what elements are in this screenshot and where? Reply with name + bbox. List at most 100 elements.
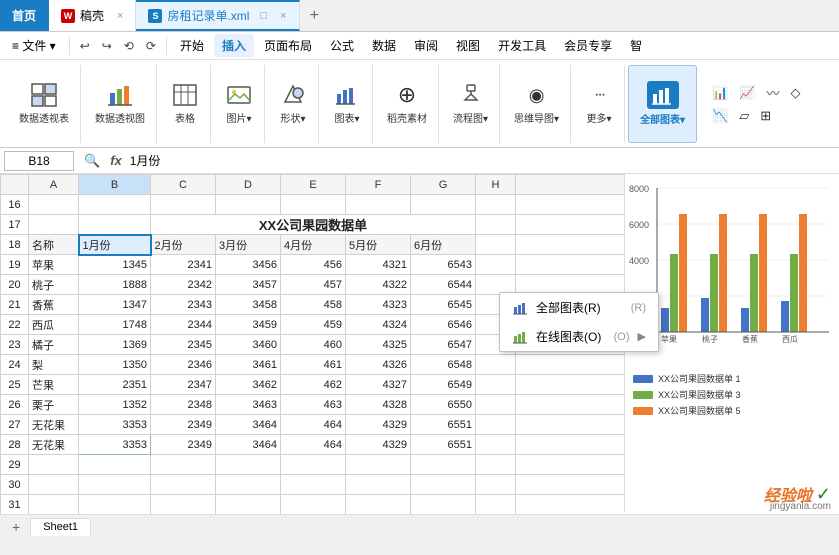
menu-dev[interactable]: 开发工具 — [490, 34, 554, 57]
chart-type-wavy[interactable]: 〰 — [762, 81, 783, 104]
cell-a18[interactable]: 名称 — [29, 235, 79, 255]
chart-type-scatter[interactable]: ⊞ — [756, 106, 775, 126]
cell-c23[interactable]: 2345 — [151, 335, 216, 355]
menu-data[interactable]: 数据 — [364, 34, 404, 57]
menu-start[interactable]: 开始 — [172, 34, 212, 57]
cell-c20[interactable]: 2342 — [151, 275, 216, 295]
xlsx-close-icon[interactable]: × — [280, 10, 286, 22]
col-A[interactable]: A — [29, 175, 79, 195]
pivot-chart-btn[interactable]: 数据透视图 — [90, 79, 150, 128]
straw-btn[interactable]: ⊕ 稻壳素材 — [382, 79, 432, 128]
cell-b24[interactable]: 1350 — [79, 355, 151, 375]
cell-b17[interactable] — [79, 215, 151, 235]
cell-f27[interactable]: 4329 — [346, 415, 411, 435]
cell-g21[interactable]: 6545 — [411, 295, 476, 315]
more-btn[interactable]: ··· 更多▾ — [580, 79, 618, 128]
cell-e21[interactable]: 458 — [281, 295, 346, 315]
cell-c22[interactable]: 2344 — [151, 315, 216, 335]
tab-xlsx[interactable]: S 房租记录单.xml □ × — [136, 0, 299, 31]
cell-d24[interactable]: 3461 — [216, 355, 281, 375]
charts-btn[interactable]: 图表▾ — [328, 79, 366, 128]
cell-b21[interactable]: 1347 — [79, 295, 151, 315]
cell-a24[interactable]: 梨 — [29, 355, 79, 375]
cell-b19[interactable]: 1345 — [79, 255, 151, 275]
cell-g28[interactable]: 6551 — [411, 435, 476, 455]
cell-e20[interactable]: 457 — [281, 275, 346, 295]
cell-b26[interactable]: 1352 — [79, 395, 151, 415]
cell-f21[interactable]: 4323 — [346, 295, 411, 315]
chart-type-2[interactable]: 📉 — [708, 106, 732, 126]
cell-a19[interactable]: 苹果 — [29, 255, 79, 275]
cell-h24[interactable] — [476, 355, 516, 375]
cell-e28[interactable]: 464 — [281, 435, 346, 455]
sheet-tab-add[interactable]: + — [4, 517, 28, 537]
cell-reference[interactable] — [4, 151, 74, 171]
cell-e25[interactable]: 462 — [281, 375, 346, 395]
cell-a20[interactable]: 桃子 — [29, 275, 79, 295]
cell-g24[interactable]: 6548 — [411, 355, 476, 375]
cell-a28[interactable]: 无花果 — [29, 435, 79, 455]
cell-h28[interactable] — [476, 435, 516, 455]
col-B[interactable]: B — [79, 175, 151, 195]
formula-input[interactable] — [126, 152, 835, 170]
cell-c21[interactable]: 2343 — [151, 295, 216, 315]
menu-page-layout[interactable]: 页面布局 — [256, 34, 320, 57]
col-G[interactable]: G — [411, 175, 476, 195]
cell-d18[interactable]: 3月份 — [216, 235, 281, 255]
cell-b25[interactable]: 2351 — [79, 375, 151, 395]
cell-e27[interactable]: 464 — [281, 415, 346, 435]
cell-g26[interactable]: 6550 — [411, 395, 476, 415]
cell-h18[interactable] — [476, 235, 516, 255]
cell-d22[interactable]: 3459 — [216, 315, 281, 335]
cell-d20[interactable]: 3457 — [216, 275, 281, 295]
cell-e22[interactable]: 459 — [281, 315, 346, 335]
toolbar-undo[interactable]: ↩ — [75, 37, 95, 55]
toolbar-redo[interactable]: ↪ — [97, 37, 117, 55]
chart-type-bar[interactable]: 📊 — [708, 83, 732, 103]
col-C[interactable]: C — [151, 175, 216, 195]
cell-a23[interactable]: 橘子 — [29, 335, 79, 355]
menu-insert[interactable]: 插入 — [214, 34, 254, 57]
cell-g16[interactable] — [411, 195, 476, 215]
menu-review[interactable]: 审阅 — [406, 34, 446, 57]
dropdown-item-online-charts[interactable]: 在线图表(O) (O) ▶ — [500, 322, 658, 351]
cell-c26[interactable]: 2348 — [151, 395, 216, 415]
chart-type-line[interactable]: 📈 — [735, 83, 759, 103]
cell-h17[interactable] — [476, 215, 516, 235]
cell-b22[interactable]: 1748 — [79, 315, 151, 335]
cell-d28[interactable]: 3464 — [216, 435, 281, 455]
cell-e23[interactable]: 460 — [281, 335, 346, 355]
tab-wps[interactable]: W 稿壳 × — [49, 0, 136, 31]
cell-g20[interactable]: 6544 — [411, 275, 476, 295]
dropdown-item-all-charts[interactable]: 全部图表(R) (R) — [500, 293, 658, 322]
cell-a17[interactable] — [29, 215, 79, 235]
col-E[interactable]: E — [281, 175, 346, 195]
tab-add-btn[interactable]: + — [300, 0, 329, 31]
cell-a27[interactable]: 无花果 — [29, 415, 79, 435]
mindmap-btn[interactable]: ◉ 思维导图▾ — [509, 79, 564, 128]
cell-d16[interactable] — [216, 195, 281, 215]
cell-h27[interactable] — [476, 415, 516, 435]
all-charts-btn[interactable]: 全部图表▾ — [635, 78, 690, 129]
cell-b23[interactable]: 1369 — [79, 335, 151, 355]
cell-a16[interactable] — [29, 195, 79, 215]
cell-e18[interactable]: 4月份 — [281, 235, 346, 255]
menu-view[interactable]: 视图 — [448, 34, 488, 57]
menu-formula[interactable]: 公式 — [322, 34, 362, 57]
toolbar-btn1[interactable]: ⟲ — [119, 37, 139, 55]
cell-g22[interactable]: 6546 — [411, 315, 476, 335]
cell-g25[interactable]: 6549 — [411, 375, 476, 395]
cell-e16[interactable] — [281, 195, 346, 215]
cell-c24[interactable]: 2346 — [151, 355, 216, 375]
cell-h16[interactable] — [476, 195, 516, 215]
col-H[interactable]: H — [476, 175, 516, 195]
cell-g19[interactable]: 6543 — [411, 255, 476, 275]
cell-d21[interactable]: 3458 — [216, 295, 281, 315]
cell-f18[interactable]: 5月份 — [346, 235, 411, 255]
pivot-table-btn[interactable]: 数据透视表 — [14, 79, 74, 128]
cell-b18[interactable]: 1月份 — [79, 235, 151, 255]
chart-type-diamond[interactable]: ◇ — [786, 83, 804, 103]
cell-g23[interactable]: 6547 — [411, 335, 476, 355]
cell-g18[interactable]: 6月份 — [411, 235, 476, 255]
cell-c16[interactable] — [151, 195, 216, 215]
